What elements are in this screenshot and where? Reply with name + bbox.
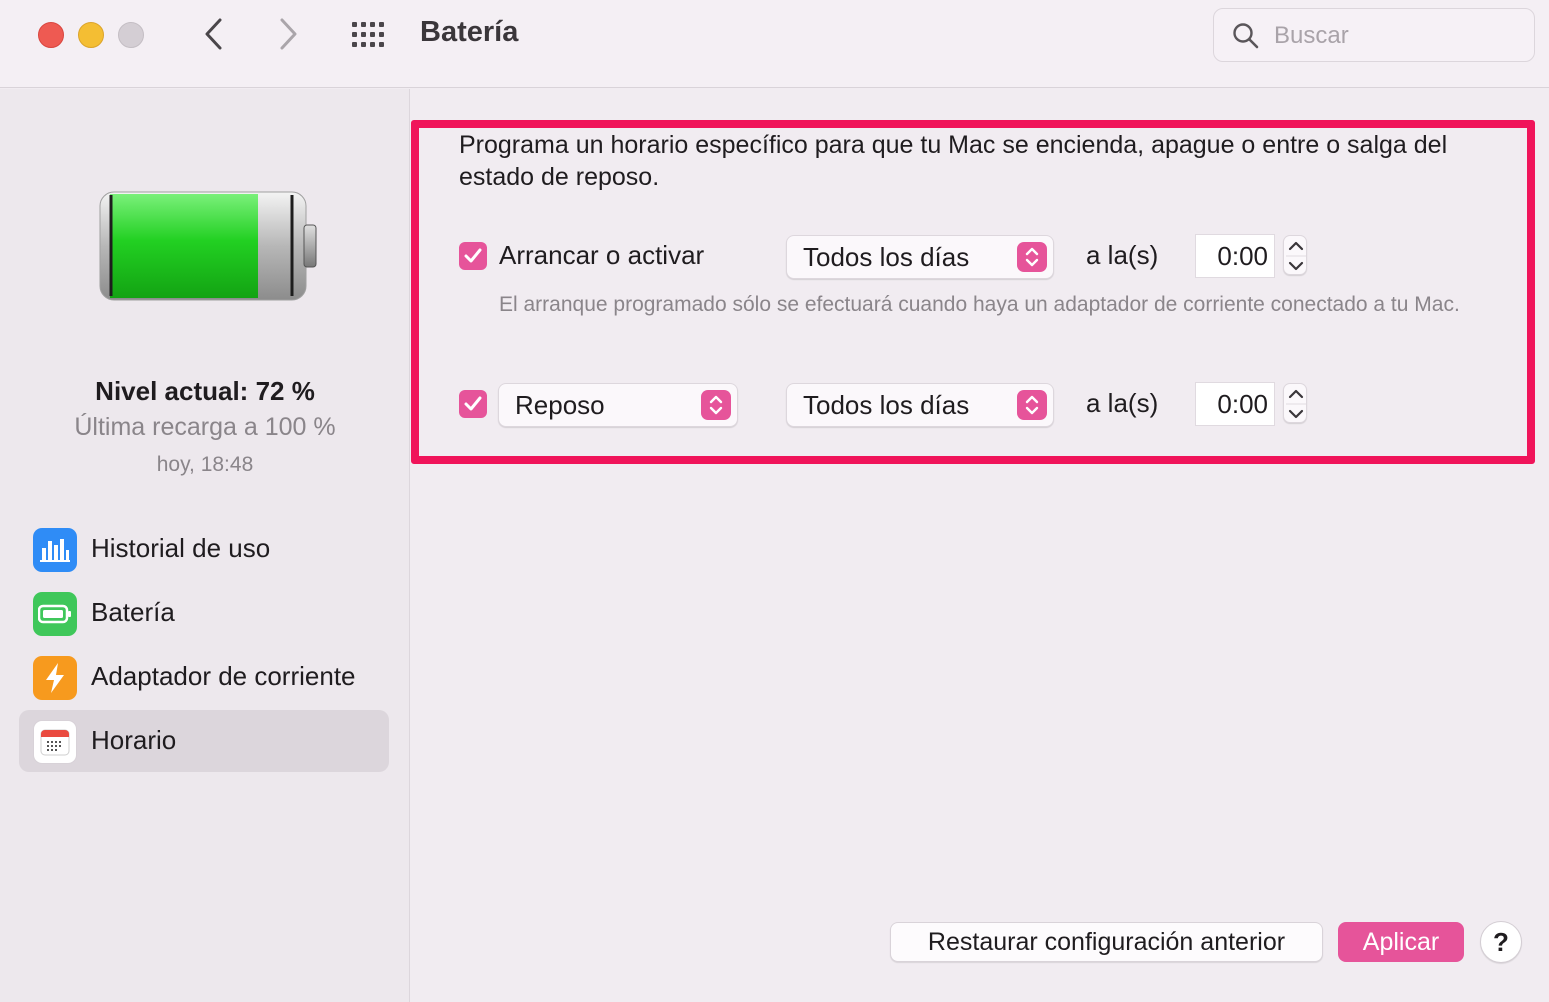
show-all-button[interactable] — [350, 20, 390, 50]
battery-level-icon — [98, 189, 322, 310]
startup-wake-label: Arrancar o activar — [499, 240, 705, 270]
chevron-left-icon — [205, 18, 222, 50]
schedule-pane: Programa un horario específico para que … — [411, 89, 1549, 1002]
sleep-time-field[interactable]: 0:00 — [1195, 382, 1275, 426]
sidebar-item-label: Adaptador de corriente — [91, 661, 356, 691]
checkmark-icon — [464, 396, 482, 411]
window-title: Batería — [420, 16, 519, 48]
time-value: 0:00 — [1217, 241, 1268, 271]
search-input[interactable] — [1274, 17, 1524, 55]
stepper-arrows-icon — [1286, 389, 1306, 419]
forward-button[interactable] — [268, 14, 308, 54]
startup-frequency-popup[interactable]: Todos los días — [786, 235, 1054, 279]
sidebar-item-label: Batería — [91, 597, 175, 627]
sidebar-item-label: Horario — [91, 725, 177, 755]
back-button[interactable] — [194, 14, 234, 54]
toolbar: Batería — [0, 0, 1549, 88]
popup-value: Reposo — [515, 390, 605, 420]
search-icon — [1233, 23, 1259, 49]
sidebar-item-label: Historial de uso — [91, 533, 271, 563]
system-preferences-window: Batería Buscar Nivel actual: 72 % Última… — [0, 0, 1549, 1002]
chevron-up-down-icon — [1017, 242, 1047, 272]
sidebar-item-usage-history[interactable]: Historial de uso — [19, 518, 389, 580]
startup-time-stepper[interactable] — [1283, 235, 1307, 275]
calendar-icon — [33, 720, 77, 764]
checkmark-icon — [464, 248, 482, 263]
stepper-arrows-icon — [1286, 241, 1306, 271]
minimize-window-button[interactable] — [78, 22, 104, 48]
schedule-description: Programa un horario específico para que … — [459, 131, 1448, 191]
startup-note: El arranque programado sólo se efectuará… — [499, 293, 1460, 316]
restore-defaults-button[interactable]: Restaurar configuración anterior — [890, 922, 1323, 962]
lightning-icon — [33, 656, 77, 700]
popup-value: Todos los días — [803, 242, 970, 272]
chevron-up-down-icon — [701, 390, 731, 420]
battery-icon — [33, 592, 77, 636]
help-button[interactable]: ? — [1480, 921, 1522, 963]
sleep-action-popup[interactable]: Reposo — [498, 383, 738, 427]
sleep-time-stepper[interactable] — [1283, 383, 1307, 423]
startup-time-field[interactable]: 0:00 — [1195, 234, 1275, 278]
grid-icon — [352, 22, 384, 47]
apply-button[interactable]: Aplicar — [1338, 922, 1464, 962]
popup-value: Todos los días — [803, 390, 970, 420]
startup-wake-checkbox[interactable] — [459, 242, 487, 270]
time-value: 0:00 — [1217, 389, 1268, 419]
sidebar-item-schedule[interactable]: Horario — [19, 710, 389, 772]
battery-last-charge-time: hoy, 18:48 — [156, 453, 254, 476]
sleep-checkbox[interactable] — [459, 390, 487, 418]
bar-chart-icon — [33, 528, 77, 572]
chevron-right-icon — [280, 18, 297, 50]
battery-last-charge: Última recarga a 100 % — [74, 413, 336, 441]
at-time-label: a la(s) — [1086, 240, 1159, 270]
sidebar-item-battery[interactable]: Batería — [19, 582, 389, 644]
at-time-label: a la(s) — [1086, 388, 1159, 418]
sleep-frequency-popup[interactable]: Todos los días — [786, 383, 1054, 427]
close-window-button[interactable] — [38, 22, 64, 48]
sidebar-item-power-adapter[interactable]: Adaptador de corriente — [19, 646, 389, 708]
zoom-window-button[interactable] — [118, 22, 144, 48]
battery-current-level: Nivel actual: 72 % — [95, 376, 315, 406]
sidebar: Nivel actual: 72 % Última recarga a 100 … — [0, 89, 410, 1002]
chevron-up-down-icon — [1017, 390, 1047, 420]
search-field[interactable] — [1213, 8, 1535, 62]
